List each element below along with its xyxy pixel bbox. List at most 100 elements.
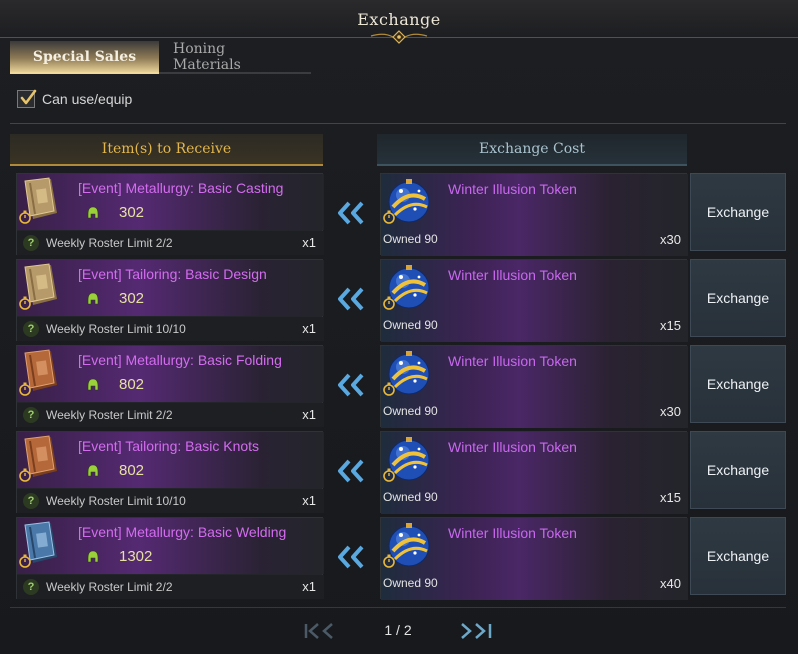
timer-icon [19, 296, 31, 310]
item-name: [Event] Metallurgy: Basic Welding [78, 524, 287, 540]
cost-quantity: x30 [660, 232, 681, 247]
window-title: Exchange [357, 10, 441, 29]
receive-quantity: x1 [302, 321, 316, 336]
tab-special-sales[interactable]: Special Sales [10, 41, 159, 74]
receive-quantity: x1 [302, 235, 316, 250]
receive-quantity: x1 [302, 579, 316, 594]
exchange-button[interactable]: Exchange [690, 173, 786, 251]
exchange-button[interactable]: Exchange [690, 345, 786, 423]
question-icon[interactable]: ? [23, 579, 39, 595]
limit-bar: ? Weekly Roster Limit 2/2 x1 [17, 575, 324, 599]
tab-bar: Special Sales Honing Materials [10, 41, 311, 75]
timer-icon [19, 210, 31, 224]
owned-count: Owned 90 [383, 318, 438, 332]
weekly-limit: Weekly Roster Limit 10/10 [46, 494, 186, 508]
cost-item-card[interactable]: Winter Illusion Token Owned 90 x30 [380, 345, 688, 428]
double-left-arrow-icon [338, 287, 364, 311]
title-bar: Exchange [0, 0, 798, 44]
cost-quantity: x40 [660, 576, 681, 591]
double-left-arrow-icon [338, 459, 364, 483]
weekly-limit: Weekly Roster Limit 10/10 [46, 322, 186, 336]
token-name: Winter Illusion Token [448, 267, 577, 283]
receive-item-card[interactable]: [Event] Tailoring: Basic Design 302 ? We… [16, 259, 324, 341]
timer-icon [383, 296, 395, 310]
limit-bar: ? Weekly Roster Limit 10/10 x1 [17, 317, 324, 341]
cost-header: Exchange Cost [377, 134, 687, 166]
item-level: 1302 [119, 548, 153, 565]
double-left-arrow-icon [338, 373, 364, 397]
checkmark-icon [20, 89, 37, 105]
exchange-row: [Event] Tailoring: Basic Design 302 ? We… [0, 259, 798, 342]
weekly-limit: Weekly Roster Limit 2/2 [46, 580, 173, 594]
helmet-icon [87, 206, 99, 219]
cost-item-card[interactable]: Winter Illusion Token Owned 90 x15 [380, 259, 688, 342]
timer-icon [19, 468, 31, 482]
pagination: 1 / 2 [0, 618, 798, 644]
helmet-icon [87, 292, 99, 305]
item-name: [Event] Tailoring: Basic Design [78, 266, 267, 282]
cost-item-card[interactable]: Winter Illusion Token Owned 90 x40 [380, 517, 688, 600]
can-use-label: Can use/equip [42, 91, 133, 107]
token-name: Winter Illusion Token [448, 439, 577, 455]
exchange-row: [Event] Metallurgy: Basic Casting 302 ? … [0, 173, 798, 256]
timer-icon [19, 554, 31, 568]
receive-header: Item(s) to Receive [10, 134, 323, 166]
receive-quantity: x1 [302, 493, 316, 508]
helmet-icon [87, 550, 99, 563]
divider [10, 123, 786, 124]
owned-count: Owned 90 [383, 576, 438, 590]
item-name: [Event] Metallurgy: Basic Casting [78, 180, 284, 196]
item-name: [Event] Tailoring: Basic Knots [78, 438, 260, 454]
weekly-limit: Weekly Roster Limit 2/2 [46, 408, 173, 422]
exchange-window: Exchange Special Sales Honing Materials … [0, 0, 798, 654]
exchange-button[interactable]: Exchange [690, 259, 786, 337]
owned-count: Owned 90 [383, 490, 438, 504]
receive-item-card[interactable]: [Event] Tailoring: Basic Knots 802 ? Wee… [16, 431, 324, 513]
item-level: 302 [119, 204, 145, 221]
receive-item-card[interactable]: [Event] Metallurgy: Basic Folding 802 ? … [16, 345, 324, 427]
double-left-arrow-icon [338, 201, 364, 225]
receive-quantity: x1 [302, 407, 316, 422]
receive-item-card[interactable]: [Event] Metallurgy: Basic Casting 302 ? … [16, 173, 324, 255]
cost-item-card[interactable]: Winter Illusion Token Owned 90 x30 [380, 173, 688, 256]
receive-item-card[interactable]: [Event] Metallurgy: Basic Welding 1302 ?… [16, 517, 324, 599]
next-page-icon[interactable] [459, 622, 495, 640]
limit-bar: ? Weekly Roster Limit 2/2 x1 [17, 231, 324, 255]
item-level: 802 [119, 462, 145, 479]
question-icon[interactable]: ? [23, 407, 39, 423]
token-name: Winter Illusion Token [448, 181, 577, 197]
timer-icon [383, 554, 395, 568]
helmet-icon [87, 464, 99, 477]
weekly-limit: Weekly Roster Limit 2/2 [46, 236, 173, 250]
cost-quantity: x30 [660, 404, 681, 419]
exchange-button[interactable]: Exchange [690, 517, 786, 595]
can-use-filter[interactable]: Can use/equip [17, 89, 133, 108]
first-page-icon[interactable] [302, 622, 336, 640]
can-use-checkbox[interactable] [17, 89, 37, 108]
timer-icon [19, 382, 31, 396]
item-level: 802 [119, 376, 145, 393]
limit-bar: ? Weekly Roster Limit 2/2 x1 [17, 403, 324, 427]
cost-item-card[interactable]: Winter Illusion Token Owned 90 x15 [380, 431, 688, 514]
owned-count: Owned 90 [383, 404, 438, 418]
double-left-arrow-icon [338, 545, 364, 569]
tab-honing-materials[interactable]: Honing Materials [159, 41, 311, 74]
exchange-row: [Event] Metallurgy: Basic Welding 1302 ?… [0, 517, 798, 600]
exchange-row: [Event] Tailoring: Basic Knots 802 ? Wee… [0, 431, 798, 514]
timer-icon [383, 382, 395, 396]
question-icon[interactable]: ? [23, 321, 39, 337]
title-ornament-icon [370, 30, 428, 44]
timer-icon [383, 210, 395, 224]
question-icon[interactable]: ? [23, 493, 39, 509]
item-level: 302 [119, 290, 145, 307]
limit-bar: ? Weekly Roster Limit 10/10 x1 [17, 489, 324, 513]
exchange-row: [Event] Metallurgy: Basic Folding 802 ? … [0, 345, 798, 428]
divider [10, 607, 786, 608]
owned-count: Owned 90 [383, 232, 438, 246]
token-name: Winter Illusion Token [448, 525, 577, 541]
exchange-button[interactable]: Exchange [690, 431, 786, 509]
question-icon[interactable]: ? [23, 235, 39, 251]
helmet-icon [87, 378, 99, 391]
cost-quantity: x15 [660, 318, 681, 333]
page-indicator: 1 / 2 [384, 622, 412, 638]
